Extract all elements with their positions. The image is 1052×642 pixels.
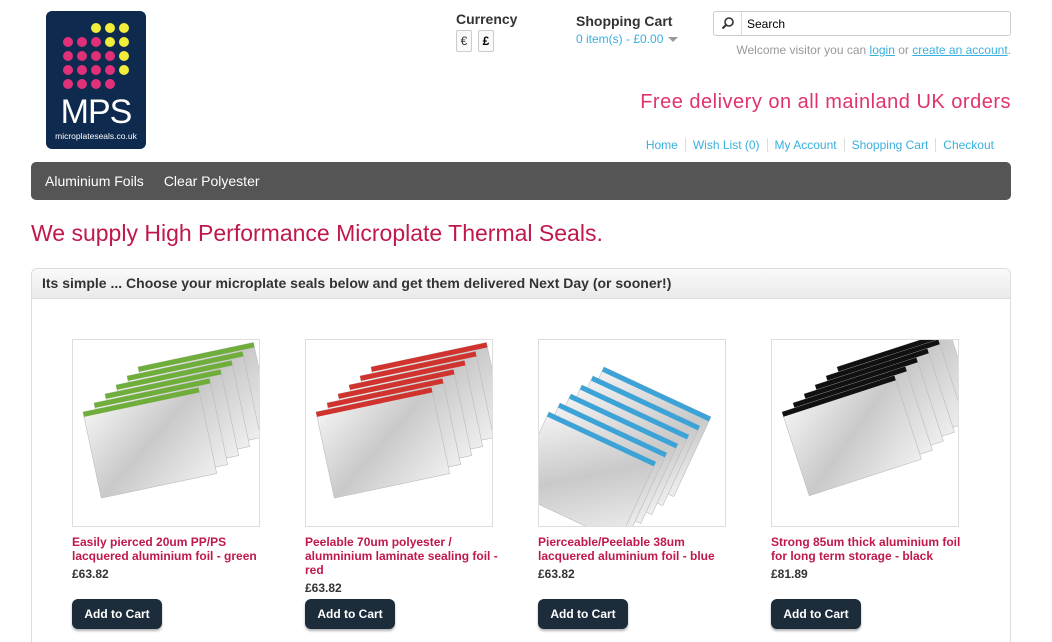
add-to-cart-button[interactable]: Add to Cart xyxy=(771,599,861,629)
site-logo[interactable]: MPS microplateseals.co.uk xyxy=(46,11,146,149)
my-account-link[interactable]: My Account xyxy=(766,138,844,152)
search-button[interactable] xyxy=(714,12,742,35)
logo-dot xyxy=(119,65,129,75)
home-link[interactable]: Home xyxy=(639,138,685,152)
logo-dot xyxy=(105,51,115,61)
checkout-link[interactable]: Checkout xyxy=(935,138,1001,152)
logo-dot xyxy=(77,51,87,61)
logo-dot xyxy=(119,23,129,33)
product-card: Easily pierced 20um PP/PS lacquered alum… xyxy=(72,339,272,581)
logo-dot xyxy=(105,79,115,89)
foil-illustration xyxy=(82,342,259,499)
foil-illustration xyxy=(781,340,958,497)
add-to-cart-button[interactable]: Add to Cart xyxy=(72,599,162,629)
product-price: £81.89 xyxy=(771,567,808,581)
foil-illustration xyxy=(539,366,712,526)
logo-dot xyxy=(91,23,101,33)
logo-dot xyxy=(63,65,73,75)
currency-euro-button[interactable]: € xyxy=(456,30,472,52)
logo-dot xyxy=(63,51,73,61)
logo-dot xyxy=(105,23,115,33)
product-name[interactable]: Peelable 70um polyester / alumninium lam… xyxy=(305,535,505,577)
product-price: £63.82 xyxy=(305,581,342,595)
logo-dots xyxy=(63,21,133,91)
logo-dot xyxy=(119,37,129,47)
logo-dot xyxy=(91,51,101,61)
logo-dot xyxy=(77,37,87,47)
logo-dot xyxy=(105,65,115,75)
promo-banner: Free delivery on all mainland UK orders xyxy=(640,91,1011,113)
cart-summary[interactable]: 0 item(s) - £0.00 xyxy=(576,32,679,46)
chevron-down-icon xyxy=(668,37,679,43)
create-account-link[interactable]: create an account xyxy=(912,43,1007,57)
logo-brand: MPS xyxy=(60,93,133,131)
menu-item-aluminium-foils[interactable]: Aluminium Foils xyxy=(45,162,144,200)
product-card: Strong 85um thick aluminium foil for lon… xyxy=(771,339,971,581)
welcome-middle: or xyxy=(894,43,913,57)
cart-summary-text: 0 item(s) - £0.00 xyxy=(576,32,664,46)
product-image[interactable] xyxy=(72,339,260,527)
product-price: £63.82 xyxy=(72,567,109,581)
menu-item-clear-polyester[interactable]: Clear Polyester xyxy=(164,162,260,200)
product-name[interactable]: Easily pierced 20um PP/PS lacquered alum… xyxy=(72,535,272,563)
product-card: Pierceable/Peelable 38um lacquered alumi… xyxy=(538,339,738,581)
product-name[interactable]: Strong 85um thick aluminium foil for lon… xyxy=(771,535,971,563)
welcome-text: Welcome visitor you can login or create … xyxy=(736,43,1011,57)
currency-title: Currency xyxy=(456,11,518,27)
search-input[interactable] xyxy=(743,12,1009,35)
product-name[interactable]: Pierceable/Peelable 38um lacquered alumi… xyxy=(538,535,738,563)
logo-dot xyxy=(91,65,101,75)
page-headline: We supply High Performance Microplate Th… xyxy=(31,220,603,246)
logo-dot xyxy=(63,79,73,89)
logo-dot xyxy=(77,65,87,75)
currency-pound-button[interactable]: £ xyxy=(478,30,494,52)
logo-dot xyxy=(77,79,87,89)
add-to-cart-button[interactable]: Add to Cart xyxy=(305,599,395,629)
search-box xyxy=(713,11,1011,36)
logo-dot xyxy=(105,37,115,47)
welcome-prefix: Welcome visitor you can xyxy=(736,43,870,57)
logo-dot xyxy=(119,51,129,61)
product-price: £63.82 xyxy=(538,567,575,581)
login-link[interactable]: login xyxy=(870,43,895,57)
product-image[interactable] xyxy=(305,339,493,527)
product-image[interactable] xyxy=(538,339,726,527)
cart-title: Shopping Cart xyxy=(576,13,673,29)
top-links: Home Wish List (0) My Account Shopping Cart… xyxy=(639,138,1001,152)
product-card: Peelable 70um polyester / alumninium lam… xyxy=(305,339,505,595)
logo-dot xyxy=(91,79,101,89)
welcome-suffix: . xyxy=(1007,43,1011,57)
main-menu: Aluminium Foils Clear Polyester xyxy=(31,162,1011,200)
search-icon xyxy=(721,17,734,30)
add-to-cart-button[interactable]: Add to Cart xyxy=(538,599,628,629)
shopping-cart-link[interactable]: Shopping Cart xyxy=(843,138,936,152)
foil-illustration xyxy=(315,342,492,499)
logo-url: microplateseals.co.uk xyxy=(55,131,137,141)
product-image[interactable] xyxy=(771,339,959,527)
currency-selector: Currency € £ xyxy=(456,11,518,52)
logo-dot xyxy=(63,37,73,47)
product-box-title: Its simple ... Choose your microplate se… xyxy=(32,269,1010,299)
logo-dot xyxy=(91,37,101,47)
wish-list-link[interactable]: Wish List (0) xyxy=(684,138,767,152)
